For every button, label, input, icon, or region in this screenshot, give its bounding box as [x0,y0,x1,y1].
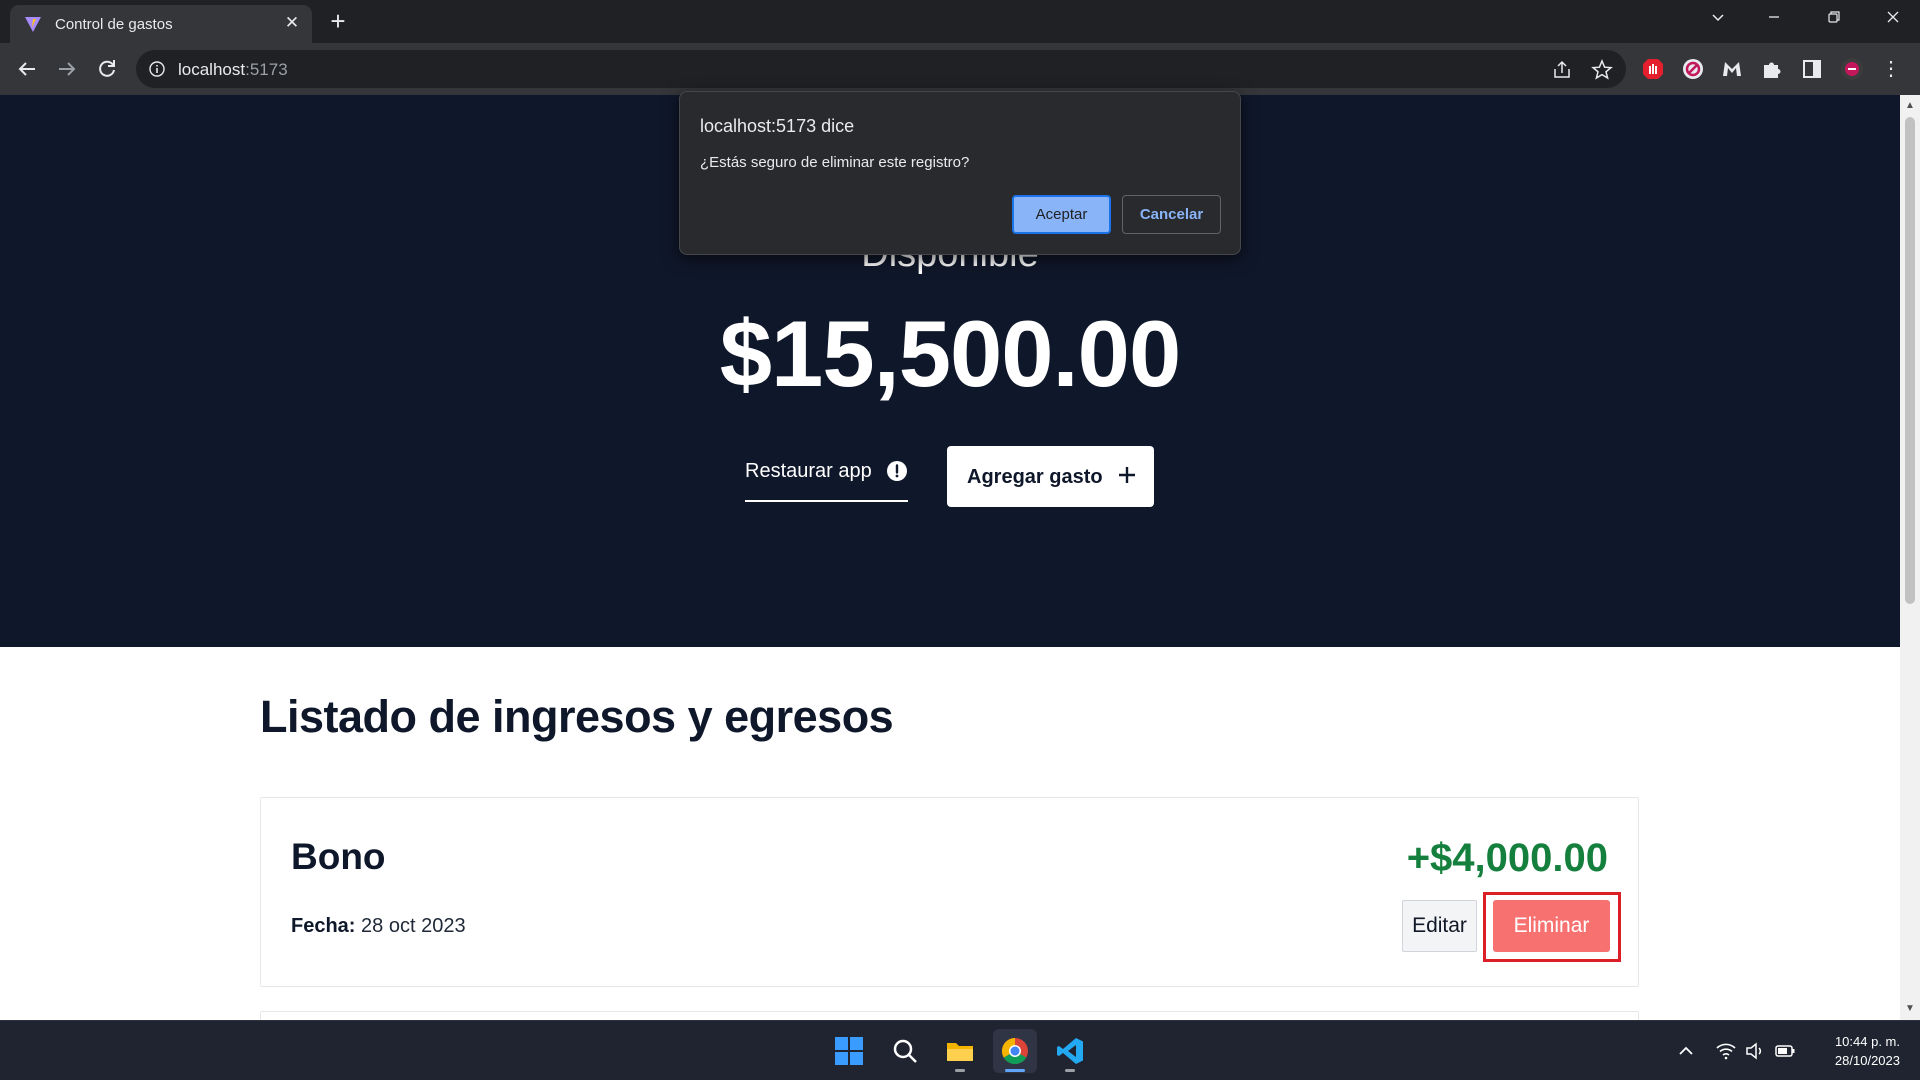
reload-icon[interactable] [91,53,123,85]
address-bar[interactable]: localhost:5173 [136,50,1626,88]
active-indicator [1005,1069,1025,1072]
scroll-down-arrow-icon[interactable]: ▼ [1905,1004,1915,1014]
transaction-amount: +$4,000.00 [1406,836,1608,880]
start-button[interactable] [827,1029,871,1073]
dialog-title: localhost:5173 dice [700,116,855,136]
browser-toolbar: localhost:5173 ⋮ [0,43,1920,95]
confirm-dialog: localhost:5173 dice ¿Estás seguro de eli… [679,91,1241,255]
browser-tab[interactable]: Control de gastos ✕ [10,5,312,43]
accept-button[interactable]: Aceptar [1012,195,1111,234]
side-panel-icon[interactable] [1800,57,1824,81]
exclamation-circle-icon [887,461,907,481]
system-clock[interactable]: 10:44 p. m. 28/10/2023 [1800,1032,1900,1070]
add-expense-button[interactable]: Agregar gasto [947,446,1154,507]
battery-icon[interactable] [1774,1040,1796,1062]
folder-icon [947,1043,973,1061]
adblock-extension-icon[interactable] [1641,57,1665,81]
file-explorer-app[interactable] [938,1029,982,1073]
scroll-up-arrow-icon[interactable]: ▲ [1905,101,1915,111]
search-button[interactable] [883,1029,927,1073]
clock-date: 28/10/2023 [1834,1053,1900,1068]
malwarebytes-extension-icon[interactable] [1720,57,1744,81]
chrome-icon [1001,1037,1028,1065]
minimize-icon[interactable] [1759,8,1789,32]
extensions-puzzle-icon[interactable] [1760,57,1784,81]
volume-icon[interactable] [1744,1040,1766,1062]
restore-app-label: Restaurar app [745,460,872,482]
vite-favicon-icon [25,17,41,32]
browser-tab-strip: Control de gastos ✕ + [0,0,1920,43]
plus-icon [1119,467,1135,483]
transaction-name: Bono [291,836,386,877]
cancel-button[interactable]: Cancelar [1122,195,1221,234]
close-window-icon[interactable] [1878,8,1908,32]
restore-window-icon[interactable] [1819,8,1849,32]
forward-icon[interactable] [51,53,83,85]
tab-search-chevron-icon[interactable] [1703,8,1733,32]
clock-time: 10:44 p. m. [1834,1034,1900,1049]
back-icon[interactable] [11,53,43,85]
bookmark-star-icon[interactable] [1591,59,1613,81]
site-info-icon[interactable] [149,61,165,77]
edit-button[interactable]: Editar [1402,900,1477,952]
vscode-icon [1057,1038,1083,1064]
screen: Control de gastos ✕ + localhost:5173 ⋮ $… [0,0,1920,1080]
vscode-app[interactable] [1048,1029,1092,1073]
wifi-icon[interactable] [1715,1040,1737,1062]
tab-title: Control de gastos [55,16,173,33]
tab-close-icon[interactable]: ✕ [282,13,302,33]
available-amount: $15,500.00 [719,301,1181,406]
chrome-app[interactable] [993,1029,1037,1073]
profile-avatar-icon[interactable] [1840,57,1864,81]
list-title: Listado de ingresos y egresos [260,691,894,742]
page-scrollbar[interactable]: ▲ ▼ [1900,95,1920,1020]
windows-taskbar: 10:44 p. m. 28/10/2023 [0,1020,1920,1080]
transaction-date: Fecha: 28 oct 2023 [291,915,466,937]
blocker-extension-icon[interactable] [1681,57,1705,81]
new-tab-icon[interactable]: + [325,8,351,35]
search-icon [893,1039,917,1063]
windows-logo-icon [835,1037,863,1065]
restore-app-button[interactable]: Restaurar app [745,448,908,502]
scrollbar-thumb[interactable] [1905,117,1915,604]
transaction-card-next [260,1011,1639,1020]
dialog-message: ¿Estás seguro de eliminar este registro? [700,154,970,171]
url-text: localhost:5173 [178,60,288,79]
add-expense-label: Agregar gasto [967,466,1103,488]
delete-button[interactable]: Eliminar [1493,900,1610,952]
tray-overflow-chevron-icon[interactable] [1675,1040,1697,1062]
browser-menu-icon[interactable]: ⋮ [1881,57,1901,81]
share-icon[interactable] [1551,59,1573,81]
transaction-card: Bono +$4,000.00 Fecha: 28 oct 2023 Edita… [260,797,1639,987]
running-indicator [1065,1069,1075,1072]
running-indicator [955,1069,965,1072]
